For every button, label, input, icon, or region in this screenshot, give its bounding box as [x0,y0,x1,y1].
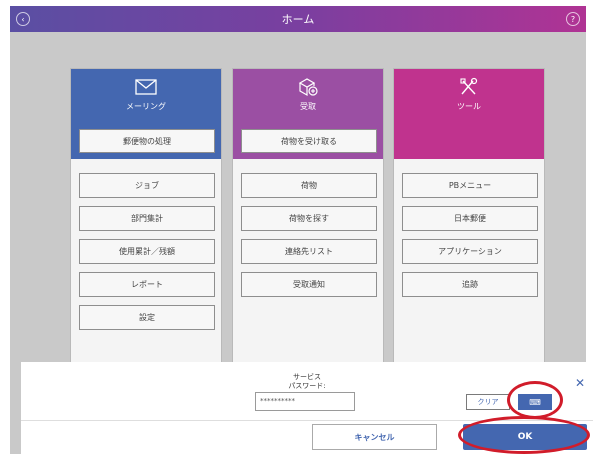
title-bar: ‹ ホーム ? [10,6,586,32]
back-icon[interactable]: ‹ [16,12,30,26]
process-mail-button[interactable]: 郵便物の処理 [79,129,215,153]
password-dialog: ✕ サービス パスワード: ********** クリア ⌨ キャンセル OK [21,362,593,454]
window-title: ホーム [281,13,315,26]
password-label: パスワード: [288,382,326,390]
help-icon[interactable]: ? [566,12,580,26]
packages-button[interactable]: 荷物 [241,173,377,198]
find-package-button[interactable]: 荷物を探す [241,206,377,231]
jobs-button[interactable]: ジョブ [79,173,215,198]
keyboard-highlight-ring [507,381,563,419]
clear-button[interactable]: クリア [466,394,510,410]
column-tools-header: ツール [394,69,544,159]
department-totals-button[interactable]: 部門集計 [79,206,215,231]
applications-button[interactable]: アプリケーション [402,239,538,264]
usage-balance-button[interactable]: 使用累計／残額 [79,239,215,264]
contact-list-button[interactable]: 連絡先リスト [241,239,377,264]
package-receive-icon [298,78,318,97]
column-receiving-title: 受取 [300,102,316,111]
japan-post-button[interactable]: 日本郵便 [402,206,538,231]
column-mailing-title: メーリング [126,102,166,111]
tracking-button[interactable]: 追跡 [402,272,538,297]
pb-menu-button[interactable]: PBメニュー [402,173,538,198]
password-input[interactable]: ********** [255,392,355,411]
cancel-button[interactable]: キャンセル [312,424,437,450]
envelope-icon [135,79,157,95]
settings-button[interactable]: 設定 [79,305,215,330]
column-tools-title: ツール [457,102,481,111]
tools-icon [460,77,478,95]
column-tools: ツール PBメニュー 日本郵便 アプリケーション 追跡 [393,68,545,368]
receive-package-button[interactable]: 荷物を受け取る [241,129,377,153]
receipt-notification-button[interactable]: 受取通知 [241,272,377,297]
reports-button[interactable]: レポート [79,272,215,297]
column-mailing: メーリング 郵便物の処理 ジョブ 部門集計 使用累計／残額 レポート 設定 [70,68,222,368]
column-receiving: 受取 荷物を受け取る 荷物 荷物を探す 連絡先リスト 受取通知 [232,68,384,368]
ok-highlight-ring [458,416,590,454]
